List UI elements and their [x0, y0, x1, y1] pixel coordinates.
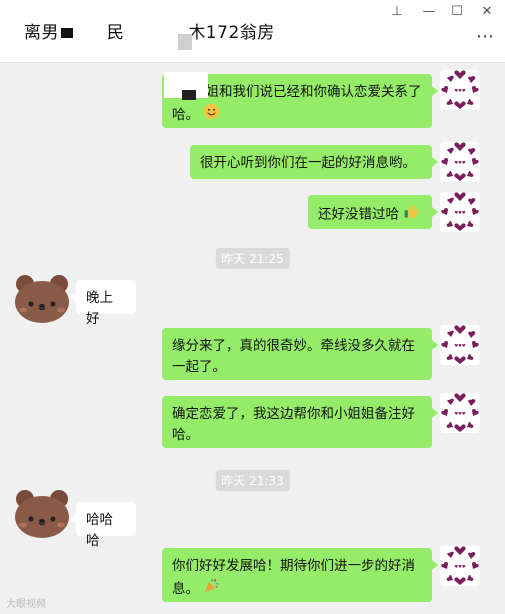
bear-avatar-icon[interactable] [12, 272, 72, 324]
pin-icon: ⊥ [391, 3, 403, 19]
more-icon: ⋯ [476, 26, 495, 47]
thumbs-up-emoji [403, 203, 419, 226]
message-bubble-me[interactable]: 缘分来了，真的很奇妙。牵线没多久就在一起了。 [162, 328, 438, 380]
close-icon: ✕ [481, 3, 493, 19]
title-part-2: 民 [106, 23, 125, 43]
chat-title: 离男 民 木172翁房 [24, 18, 275, 43]
message-bubble-other[interactable]: 哈哈哈 [70, 502, 136, 549]
bear-avatar-icon[interactable] [12, 487, 72, 539]
timestamp-divider: 昨天 21:33 [215, 470, 290, 491]
message-text: 哈哈哈 [86, 512, 113, 549]
message-bubble-me[interactable]: 很开心听到你们在一起的好消息哟。 [190, 145, 438, 179]
heart-avatar-icon[interactable] [440, 393, 480, 433]
message-text: 很开心听到你们在一起的好消息哟。 [200, 155, 416, 171]
redaction-block [178, 34, 192, 50]
close-button[interactable]: ✕ [470, 0, 504, 22]
message-bubble-me[interactable]: 你们好好发展哈！期待你们进一步的好消息。 [162, 548, 438, 602]
message-bubble-other[interactable]: 晚上好 [70, 280, 136, 327]
message-text: 晚上好 [86, 290, 113, 327]
heart-avatar-icon[interactable] [440, 142, 480, 182]
heart-avatar-icon[interactable] [440, 192, 480, 232]
heart-avatar-icon[interactable] [440, 325, 480, 365]
message-bubble-me[interactable]: 还好没错过哈 [308, 195, 438, 229]
redaction-block [61, 28, 73, 38]
message-text: 还好没错过哈 [318, 206, 399, 223]
timestamp-divider: 昨天 21:25 [215, 248, 290, 269]
heart-avatar-icon[interactable] [440, 70, 480, 110]
title-bar: 离男 民 木172翁房 ⊥ — ☐ ✕ ⋯ [0, 0, 505, 63]
heart-avatar-icon[interactable] [440, 546, 480, 586]
message-bubble-me[interactable]: 确定恋爱了，我这边帮你和小姐姐备注好哈。 [162, 396, 438, 448]
message-text: 缘分来了，真的很奇妙。牵线没多久就在一起了。 [172, 338, 415, 375]
minimize-icon: — [422, 3, 436, 19]
title-part-3: 木172翁房 [188, 23, 275, 43]
maximize-button[interactable]: ☐ [440, 0, 474, 22]
more-options-button[interactable]: ⋯ [476, 26, 495, 47]
redaction-block [182, 90, 196, 100]
smile-emoji [203, 103, 220, 127]
title-part-1: 离男 [24, 23, 59, 43]
pin-button[interactable]: ⊥ [380, 0, 414, 22]
watermark: 大眼视频 [6, 599, 46, 610]
maximize-icon: ☐ [451, 3, 463, 19]
message-text: 确定恋爱了，我这边帮你和小姐姐备注好哈。 [172, 406, 415, 443]
party-emoji [203, 577, 220, 601]
